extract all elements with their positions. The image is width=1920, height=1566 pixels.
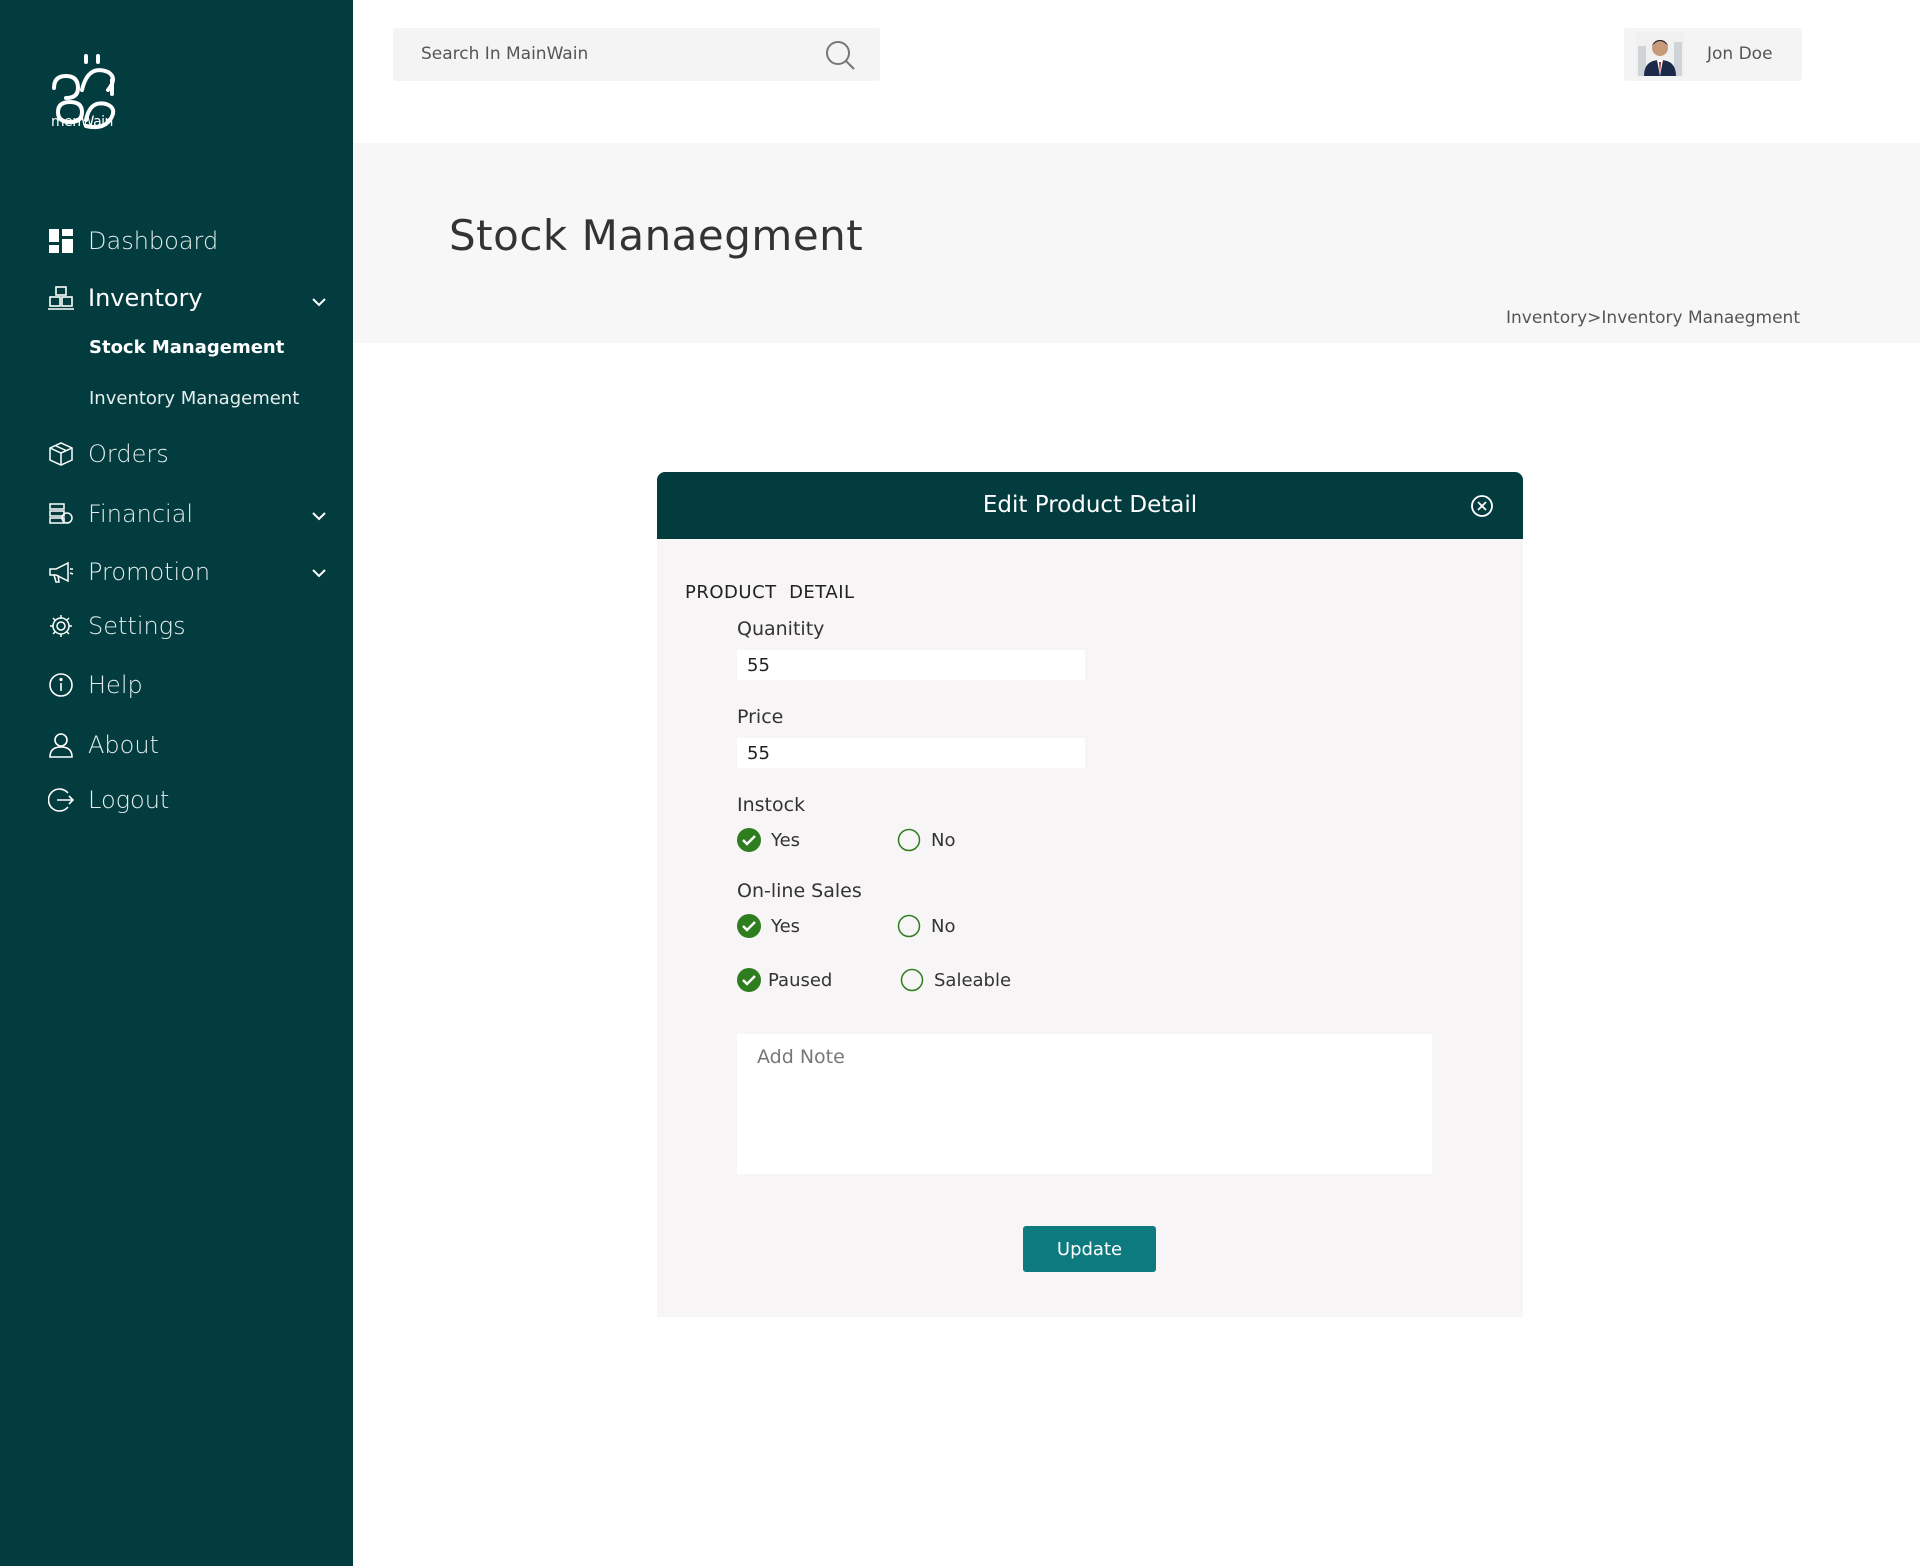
avatar [1636,32,1684,76]
sidebar: menWain Dashboard Inventory Stock Manage… [0,0,353,1566]
page-title: Stock Manaegment [449,211,864,260]
sidebar-item-label: Promotion [88,558,211,586]
user-name: Jon Doe [1707,44,1773,64]
sidebar-item-help[interactable]: Help [48,671,143,699]
sidebar-item-about[interactable]: About [48,731,159,759]
sidebar-item-label: Orders [88,440,169,468]
update-button[interactable]: Update [1023,1226,1156,1272]
radio-empty-icon [900,968,924,992]
option-label: Yes [771,915,801,937]
sidebar-item-inventory[interactable]: Inventory [48,284,203,312]
quantity-input[interactable] [737,650,1085,680]
quantity-label: Quanitity [737,618,825,640]
online-no-option[interactable]: No [897,914,955,938]
sidebar-item-orders[interactable]: Orders [48,440,169,468]
check-circle-icon [737,968,761,992]
sidebar-item-dashboard[interactable]: Dashboard [48,227,218,255]
search-input[interactable] [421,44,801,64]
instock-yes-option[interactable]: Yes [737,828,800,852]
chevron-down-icon[interactable] [310,564,328,582]
option-label: No [931,915,956,937]
sidebar-item-label: Help [88,671,143,699]
close-icon[interactable] [1470,494,1494,518]
dashboard-icon [48,228,74,254]
gear-icon [48,613,74,639]
instock-label: Instock [737,794,806,816]
online-sales-label: On-line Sales [737,880,862,902]
online-yes-option[interactable]: Yes [737,914,800,938]
search-icon[interactable] [823,38,857,72]
price-input[interactable] [737,738,1085,768]
section-title: PRODUCT DETAIL [685,582,855,603]
logout-icon [48,787,74,813]
chevron-down-icon[interactable] [310,507,328,525]
chevron-down-icon[interactable] [310,293,328,311]
option-label: No [931,829,956,851]
search-bar [393,28,880,81]
megaphone-icon [48,559,74,585]
option-label: Paused [768,969,833,991]
sidebar-item-label: About [88,731,159,759]
price-label: Price [737,706,784,728]
sidebar-item-logout[interactable]: Logout [48,786,169,814]
sidebar-item-financial[interactable]: Financial [48,500,193,528]
info-icon [48,672,74,698]
page-header: Stock Manaegment Inventory>Inventory Man… [353,143,1920,343]
sidebar-item-label: Financial [88,500,194,528]
logo-wordmark: menWain [51,114,113,130]
saleable-option[interactable]: Saleable [900,968,1011,992]
sidebar-item-promotion[interactable]: Promotion [48,558,210,586]
sidebar-item-label: Dashboard [88,227,219,255]
modal-title: Edit Product Detail [982,492,1198,518]
breadcrumb[interactable]: Inventory>Inventory Manaegment [1506,308,1800,328]
money-icon [48,501,74,527]
sidebar-item-stock-management[interactable]: Stock Management [89,337,284,358]
option-label: Yes [771,829,801,851]
option-label: Saleable [934,969,1012,991]
sidebar-item-settings[interactable]: Settings [48,612,186,640]
user-icon [48,732,74,758]
sidebar-item-inventory-management[interactable]: Inventory Management [89,388,299,409]
package-icon [48,441,74,467]
sidebar-item-label: Settings [88,612,186,640]
modal-header: Edit Product Detail [657,472,1523,539]
boxes-icon [48,285,74,311]
sidebar-item-label: Inventory [88,284,203,312]
check-circle-icon [737,828,761,852]
user-menu[interactable]: Jon Doe [1624,28,1802,81]
note-textarea[interactable] [737,1034,1432,1174]
check-circle-icon [737,914,761,938]
radio-empty-icon [897,828,921,852]
sidebar-item-label: Logout [88,786,170,814]
radio-empty-icon [897,914,921,938]
paused-option[interactable]: Paused [737,968,832,992]
instock-no-option[interactable]: No [897,828,955,852]
edit-product-modal: Edit Product Detail PRODUCT DETAIL Quani… [657,472,1523,1317]
